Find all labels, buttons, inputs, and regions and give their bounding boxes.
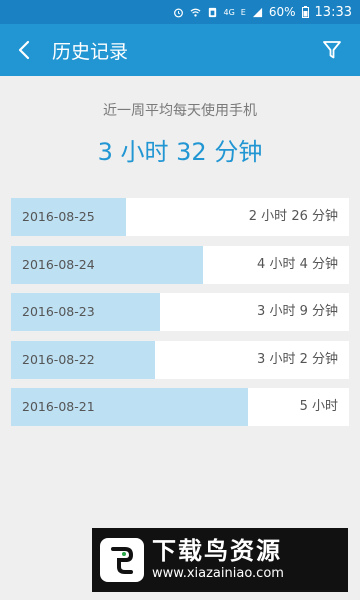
record-date: 2016-08-22 — [22, 351, 95, 367]
history-list: 2016-08-25 2 小时 26 分钟 2016-08-24 4 小时 4 … — [11, 198, 349, 436]
history-row[interactable]: 2016-08-23 3 小时 9 分钟 — [11, 293, 349, 331]
record-duration: 5 小时 — [299, 399, 338, 414]
signal-icon — [252, 7, 263, 18]
back-arrow-icon — [18, 40, 30, 60]
wifi-icon — [190, 7, 201, 18]
history-row[interactable]: 2016-08-24 4 小时 4 分钟 — [11, 245, 349, 284]
summary-average-value: 3 小时 32 分钟 — [97, 138, 263, 166]
watermark-banner: 下载鸟资源 www.xiazainiao.com — [92, 528, 348, 592]
battery-icon — [301, 6, 309, 18]
record-date: 2016-08-24 — [22, 256, 95, 272]
record-date: 2016-08-21 — [22, 399, 95, 414]
summary-label: 近一周平均每天使用手机 — [103, 103, 257, 119]
status-bar: 4G E 60% 13:33 — [0, 0, 360, 24]
history-row[interactable]: 2016-08-25 2 小时 26 分钟 — [11, 198, 349, 236]
watermark-title: 下载鸟资源 — [152, 537, 282, 565]
history-row[interactable]: 2016-08-22 3 小时 2 分钟 — [11, 340, 349, 379]
record-duration: 2 小时 26 分钟 — [248, 209, 338, 224]
filter-icon — [323, 41, 341, 59]
record-date: 2016-08-23 — [22, 304, 95, 319]
page-title: 历史记录 — [52, 40, 129, 63]
alarm-icon — [173, 7, 184, 18]
watermark-url: www.xiazainiao.com — [152, 566, 284, 581]
bird-logo-icon — [100, 538, 144, 582]
filter-button[interactable] — [310, 24, 354, 76]
battery-percent: 60% — [268, 5, 296, 19]
clock: 13:33 — [314, 4, 352, 20]
sim-icon — [207, 7, 218, 18]
record-duration: 4 小时 4 分钟 — [257, 256, 338, 272]
record-duration: 3 小时 9 分钟 — [257, 304, 338, 319]
record-duration: 3 小时 2 分钟 — [257, 351, 338, 367]
app-bar: 历史记录 — [0, 24, 360, 76]
history-row[interactable]: 2016-08-21 5 小时 — [11, 388, 349, 426]
network-type-label: 4G — [223, 7, 235, 17]
record-date: 2016-08-25 — [22, 209, 95, 224]
back-button[interactable] — [4, 24, 44, 76]
signal-type-label: E — [240, 7, 246, 17]
